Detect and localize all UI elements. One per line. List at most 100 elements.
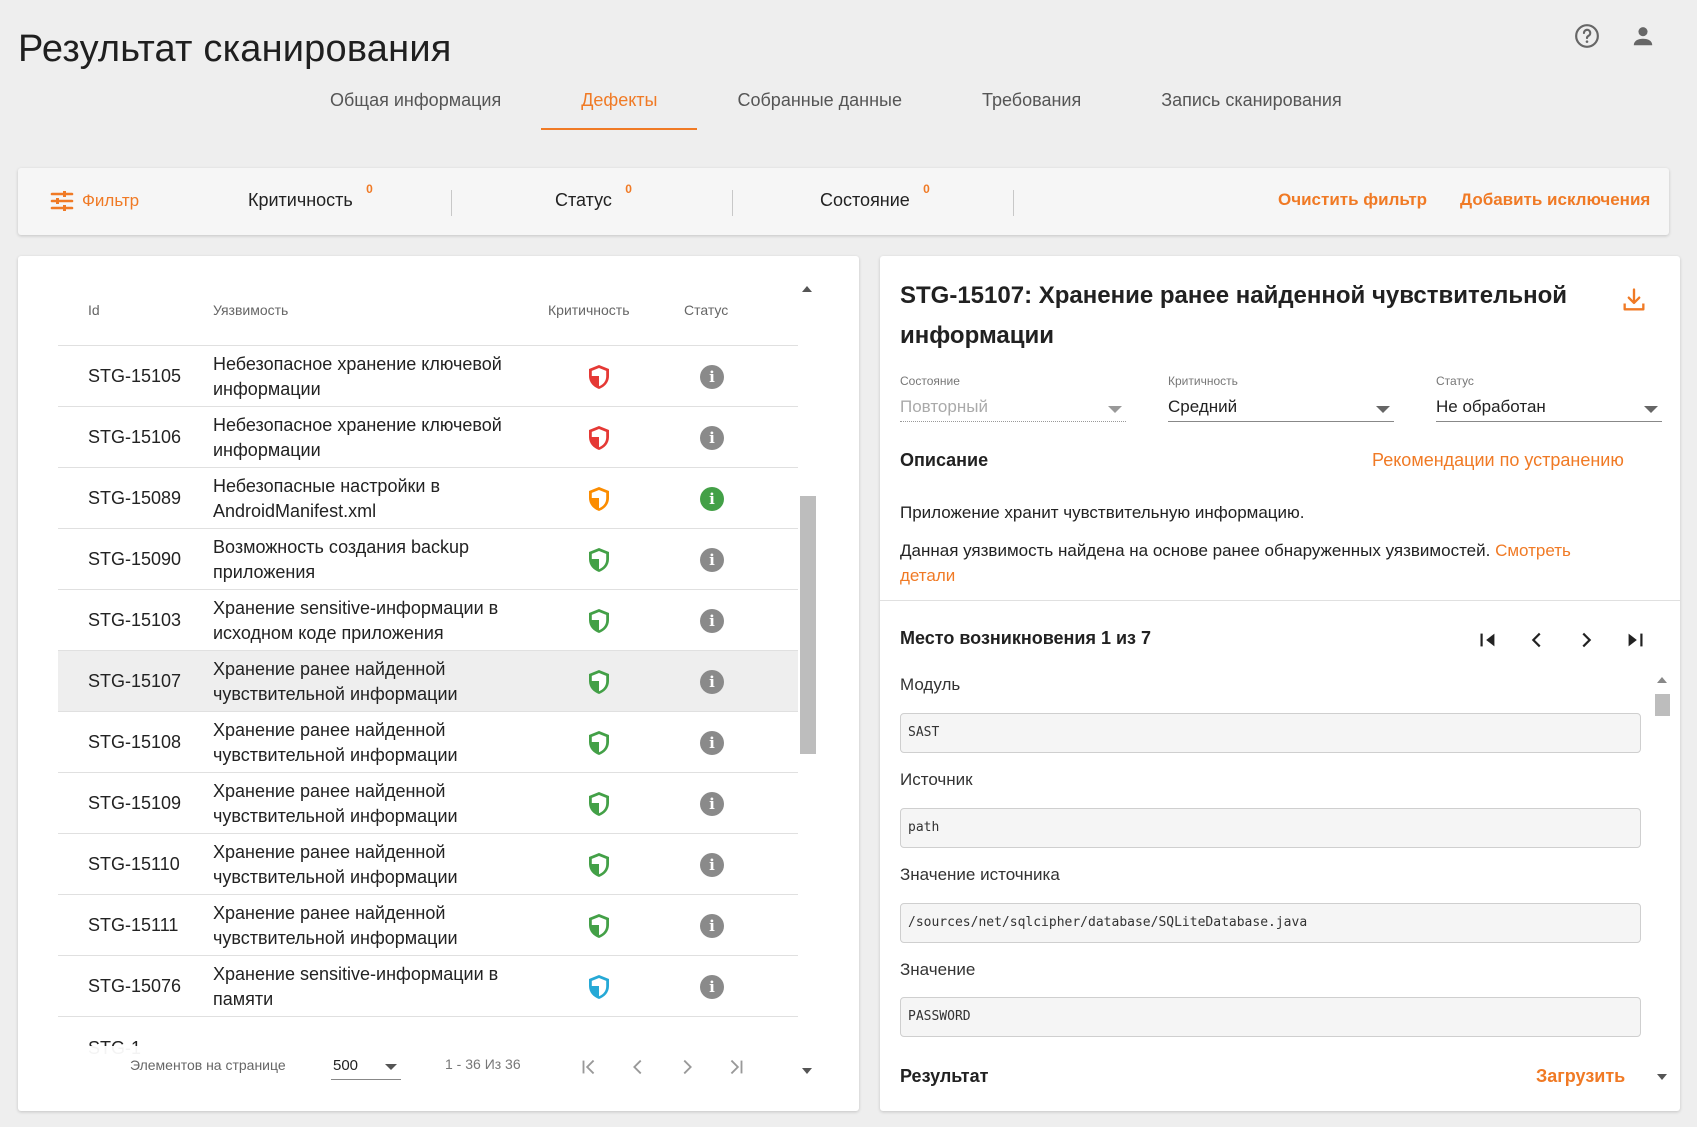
found-text-block: Данная уязвимость найдена на основе ране… [900, 538, 1640, 588]
row-id: STG-15111 [88, 915, 179, 935]
pagination-range: 1 - 36 Из 36 [445, 1056, 521, 1072]
row-id: STG-15107 [88, 671, 182, 691]
scroll-up-arrow[interactable] [802, 286, 812, 292]
details-scrollbar-thumb[interactable] [1655, 694, 1670, 716]
state-value: Повторный [900, 397, 988, 416]
source-value-field[interactable]: /sources/net/sqlcipher/database/SQLiteDa… [900, 903, 1641, 943]
filter-chip-state[interactable]: Состояние 0 [820, 182, 930, 211]
row-id: STG-15089 [88, 488, 182, 508]
first-occurrence-button[interactable] [1474, 626, 1502, 654]
table-scrollbar-thumb[interactable] [800, 496, 816, 754]
row-id: STG-15106 [88, 427, 182, 447]
help-icon[interactable] [1573, 22, 1601, 50]
status-info-icon: i [700, 914, 724, 938]
table-row[interactable]: STG-15090 Возможность создания backup при… [58, 529, 798, 590]
tab-bar: Общая информация Дефекты Собранные данны… [290, 70, 1382, 130]
state-select: Повторный [900, 394, 1126, 422]
tab-scan-record[interactable]: Запись сканирования [1121, 70, 1381, 130]
table-row[interactable]: STG-15076 Хранение sensitive-информации в… [58, 956, 798, 1017]
filter-count-badge: 0 [366, 182, 373, 196]
header-criticality: Критичность [548, 302, 630, 318]
items-per-page-select[interactable]: 500 [331, 1052, 401, 1080]
table-row[interactable]: STG-15109 Хранение ранее найденной чувств… [58, 773, 798, 834]
row-vulnerability-name: Хранение ранее найденной чувствительной … [213, 658, 458, 704]
source-field[interactable]: path [900, 808, 1641, 848]
items-per-page-value: 500 [333, 1057, 359, 1074]
add-exclusions-button[interactable]: Добавить исключения [1460, 190, 1650, 210]
account-icon[interactable] [1629, 22, 1657, 50]
previous-page-button[interactable] [623, 1052, 653, 1082]
upload-result-button[interactable]: Загрузить [1536, 1066, 1625, 1087]
description-heading: Описание [900, 450, 989, 470]
status-label: Статус [1436, 374, 1474, 388]
criticality-shield-icon [587, 608, 611, 634]
tab-collected-data[interactable]: Собранные данные [697, 70, 942, 130]
row-vulnerability-name: Хранение ранее найденной чувствительной … [213, 780, 458, 826]
table-row[interactable]: STG-15111 Хранение ранее найденной чувств… [58, 895, 798, 956]
details-scrollbar[interactable] [1652, 674, 1672, 1084]
row-id: STG-15090 [88, 549, 182, 569]
scroll-down-arrow[interactable] [802, 1068, 812, 1074]
state-label: Состояние [900, 374, 960, 388]
header-status: Статус [684, 302, 729, 318]
filter-chip-criticality[interactable]: Критичность 0 [248, 182, 373, 211]
criticality-shield-icon [587, 486, 611, 512]
table-row[interactable]: STG-15110 Хранение ранее найденной чувств… [58, 834, 798, 895]
criticality-select[interactable]: Средний [1168, 394, 1394, 422]
scroll-up-arrow[interactable] [1657, 677, 1667, 683]
status-info-icon: i [700, 609, 724, 633]
filter-chip-status[interactable]: Статус 0 [555, 182, 632, 211]
criticality-field: Критичность Средний [1168, 374, 1394, 422]
row-id: STG-15108 [88, 732, 182, 752]
criticality-shield-icon [587, 364, 611, 390]
scroll-down-arrow[interactable] [1657, 1074, 1667, 1080]
last-occurrence-button[interactable] [1621, 626, 1649, 654]
criticality-shield-icon [587, 852, 611, 878]
page-title: Результат сканирования [18, 28, 452, 70]
source-value-label: Значение источника [900, 865, 1060, 884]
table-header: Id Уязвимость Критичность Статус [58, 256, 798, 346]
filter-divider [1013, 190, 1014, 216]
criticality-shield-icon [587, 913, 611, 939]
previous-occurrence-button[interactable] [1523, 626, 1551, 654]
result-heading: Результат [900, 1066, 989, 1086]
table-row[interactable]: STG-15107 Хранение ранее найденной чувств… [58, 651, 798, 712]
table-row[interactable]: STG-15105 Небезопасное хранение ключевой … [58, 346, 798, 407]
filter-chip-label: Состояние [820, 190, 910, 210]
module-field[interactable]: SAST [900, 713, 1641, 753]
status-select[interactable]: Не обработан [1436, 394, 1662, 422]
table-row[interactable]: STG-15108 Хранение ранее найденной чувств… [58, 712, 798, 773]
filter-button[interactable]: Фильтр [50, 190, 139, 212]
value-field[interactable]: PASSWORD [900, 997, 1641, 1037]
filter-divider [451, 190, 452, 216]
tab-requirements[interactable]: Требования [942, 70, 1121, 130]
table-row[interactable]: STG-15103 Хранение sensitive-информации в… [58, 590, 798, 651]
dropdown-arrow-icon [385, 1064, 397, 1070]
last-page-button[interactable] [721, 1052, 751, 1082]
clear-filter-button[interactable]: Очистить фильтр [1278, 190, 1427, 210]
remediation-link[interactable]: Рекомендации по устранению [1372, 450, 1624, 471]
row-id: STG-15076 [88, 976, 182, 996]
criticality-shield-icon [587, 425, 611, 451]
table-row[interactable]: STG-15106 Небезопасное хранение ключевой … [58, 407, 798, 468]
filter-chip-label: Статус [555, 190, 612, 210]
table-row[interactable]: STG-15089 Небезопасные настройки в Androi… [58, 468, 798, 529]
details-link[interactable]: Смотреть [1495, 541, 1571, 560]
details-link-continued[interactable]: детали [900, 566, 955, 585]
tab-general-info[interactable]: Общая информация [290, 70, 541, 130]
filter-button-label: Фильтр [82, 191, 140, 210]
status-info-icon: i [700, 853, 724, 877]
filter-divider [732, 190, 733, 216]
filter-chip-label: Критичность [248, 190, 353, 210]
next-page-button[interactable] [672, 1052, 702, 1082]
next-occurrence-button[interactable] [1572, 626, 1600, 654]
first-page-icon [1480, 633, 1495, 647]
status-value: Не обработан [1436, 397, 1546, 416]
criticality-shield-icon [587, 547, 611, 573]
row-id: STG-15103 [88, 610, 182, 630]
download-report-button[interactable] [1620, 286, 1648, 314]
tab-defects[interactable]: Дефекты [541, 70, 698, 130]
row-vulnerability-name: Небезопасные настройки в AndroidManifest… [213, 475, 441, 521]
first-page-button[interactable] [574, 1052, 604, 1082]
criticality-shield-icon [587, 791, 611, 817]
